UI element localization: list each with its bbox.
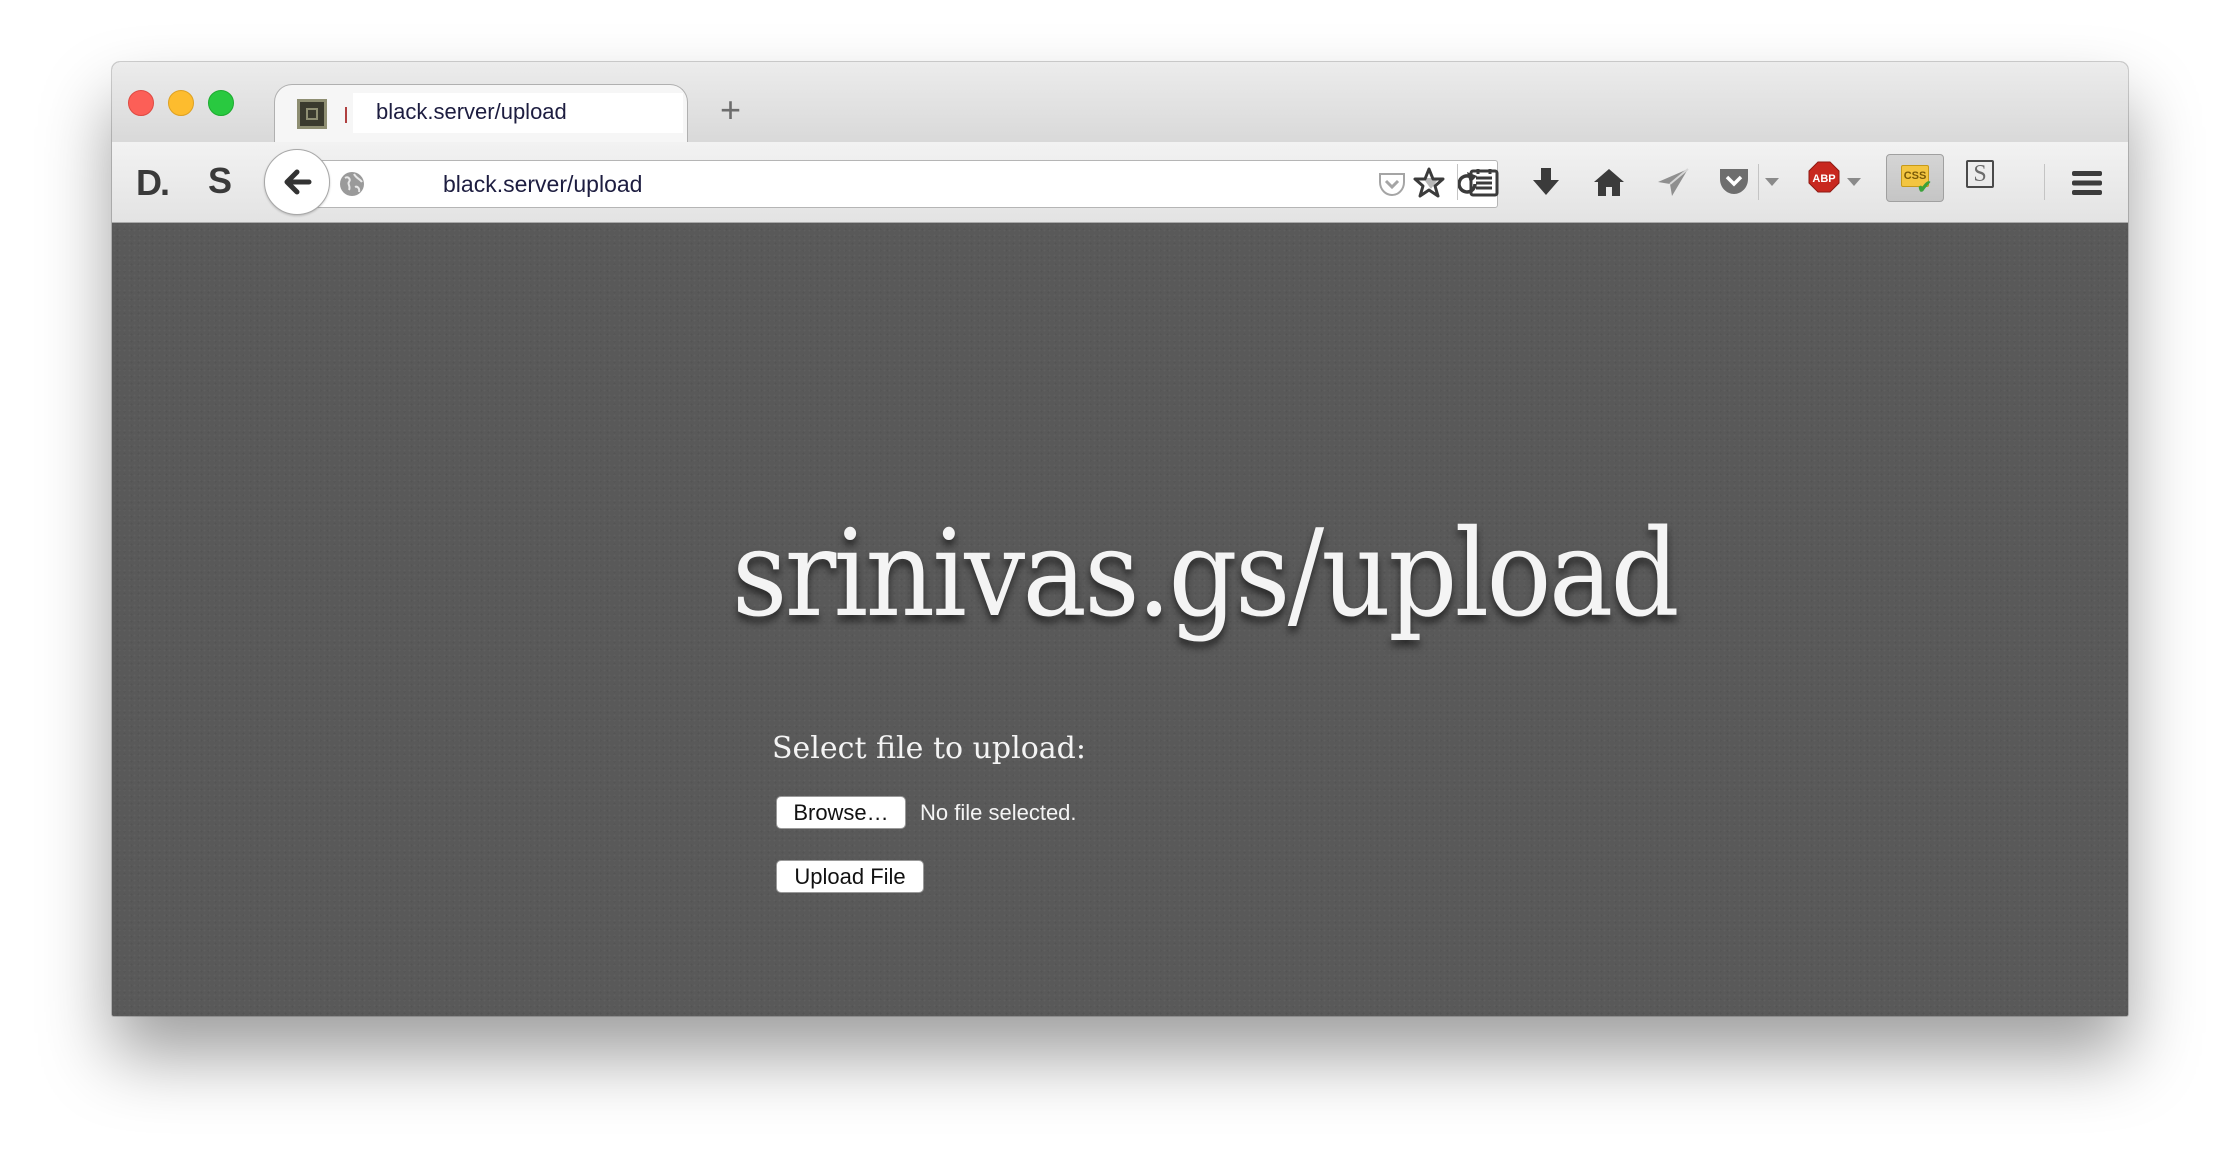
url-bar[interactable]: black.server/upload [312, 160, 1498, 208]
globe-icon [340, 172, 364, 196]
s-extension-icon[interactable]: S [1966, 160, 1994, 188]
abp-dropdown-icon[interactable] [1846, 176, 1862, 188]
toolbar-separator [1457, 164, 1458, 200]
abp-label: ABP [1812, 173, 1835, 185]
bookmark-star-icon[interactable] [1412, 166, 1446, 200]
download-icon[interactable] [1530, 166, 1562, 198]
pocket-toolbar-icon[interactable] [1718, 166, 1750, 196]
upload-label: Select file to upload: [772, 731, 1086, 766]
home-icon[interactable] [1592, 166, 1626, 198]
hamburger-menu-icon[interactable] [2070, 168, 2104, 198]
browser-window: black.server/upload + D. S black.server/… [112, 62, 2128, 1016]
navigation-toolbar: D. S black.server/upload ABP CSS ✔ S [112, 142, 2128, 223]
pocket-icon[interactable] [1377, 170, 1407, 198]
page-title: srinivas.gs/upload [732, 505, 1680, 644]
tab-strip: black.server/upload + [112, 62, 2128, 145]
check-icon: ✔ [1917, 177, 1933, 197]
close-window-button[interactable] [128, 90, 154, 116]
url-text[interactable]: black.server/upload [443, 171, 642, 198]
browse-button[interactable]: Browse… [776, 796, 906, 829]
toolbar-separator [1758, 164, 1759, 200]
toolbar-separator [2044, 164, 2045, 200]
favicon-icon [297, 99, 327, 129]
page-content: srinivas.gs/upload Select file to upload… [112, 223, 2128, 1016]
adblock-plus-icon[interactable]: ABP [1808, 161, 1840, 193]
tab-marker [345, 107, 347, 123]
upload-file-button[interactable]: Upload File [776, 860, 924, 893]
tab-upload[interactable]: black.server/upload [274, 84, 688, 145]
file-status: No file selected. [920, 800, 1077, 825]
stylish-s-icon[interactable]: S [208, 160, 232, 202]
readability-d-icon[interactable]: D. [136, 162, 170, 204]
pocket-dropdown-icon[interactable] [1764, 176, 1780, 188]
send-icon[interactable] [1656, 166, 1690, 198]
css-reloader-button[interactable]: CSS ✔ [1886, 154, 1944, 202]
back-button[interactable] [264, 149, 330, 215]
new-tab-plus-icon[interactable]: + [720, 92, 741, 128]
reading-list-icon[interactable] [1468, 166, 1500, 198]
zoom-window-button[interactable] [208, 90, 234, 116]
minimize-window-button[interactable] [168, 90, 194, 116]
back-arrow-icon [284, 169, 312, 195]
tab-title: black.server/upload [376, 99, 567, 124]
